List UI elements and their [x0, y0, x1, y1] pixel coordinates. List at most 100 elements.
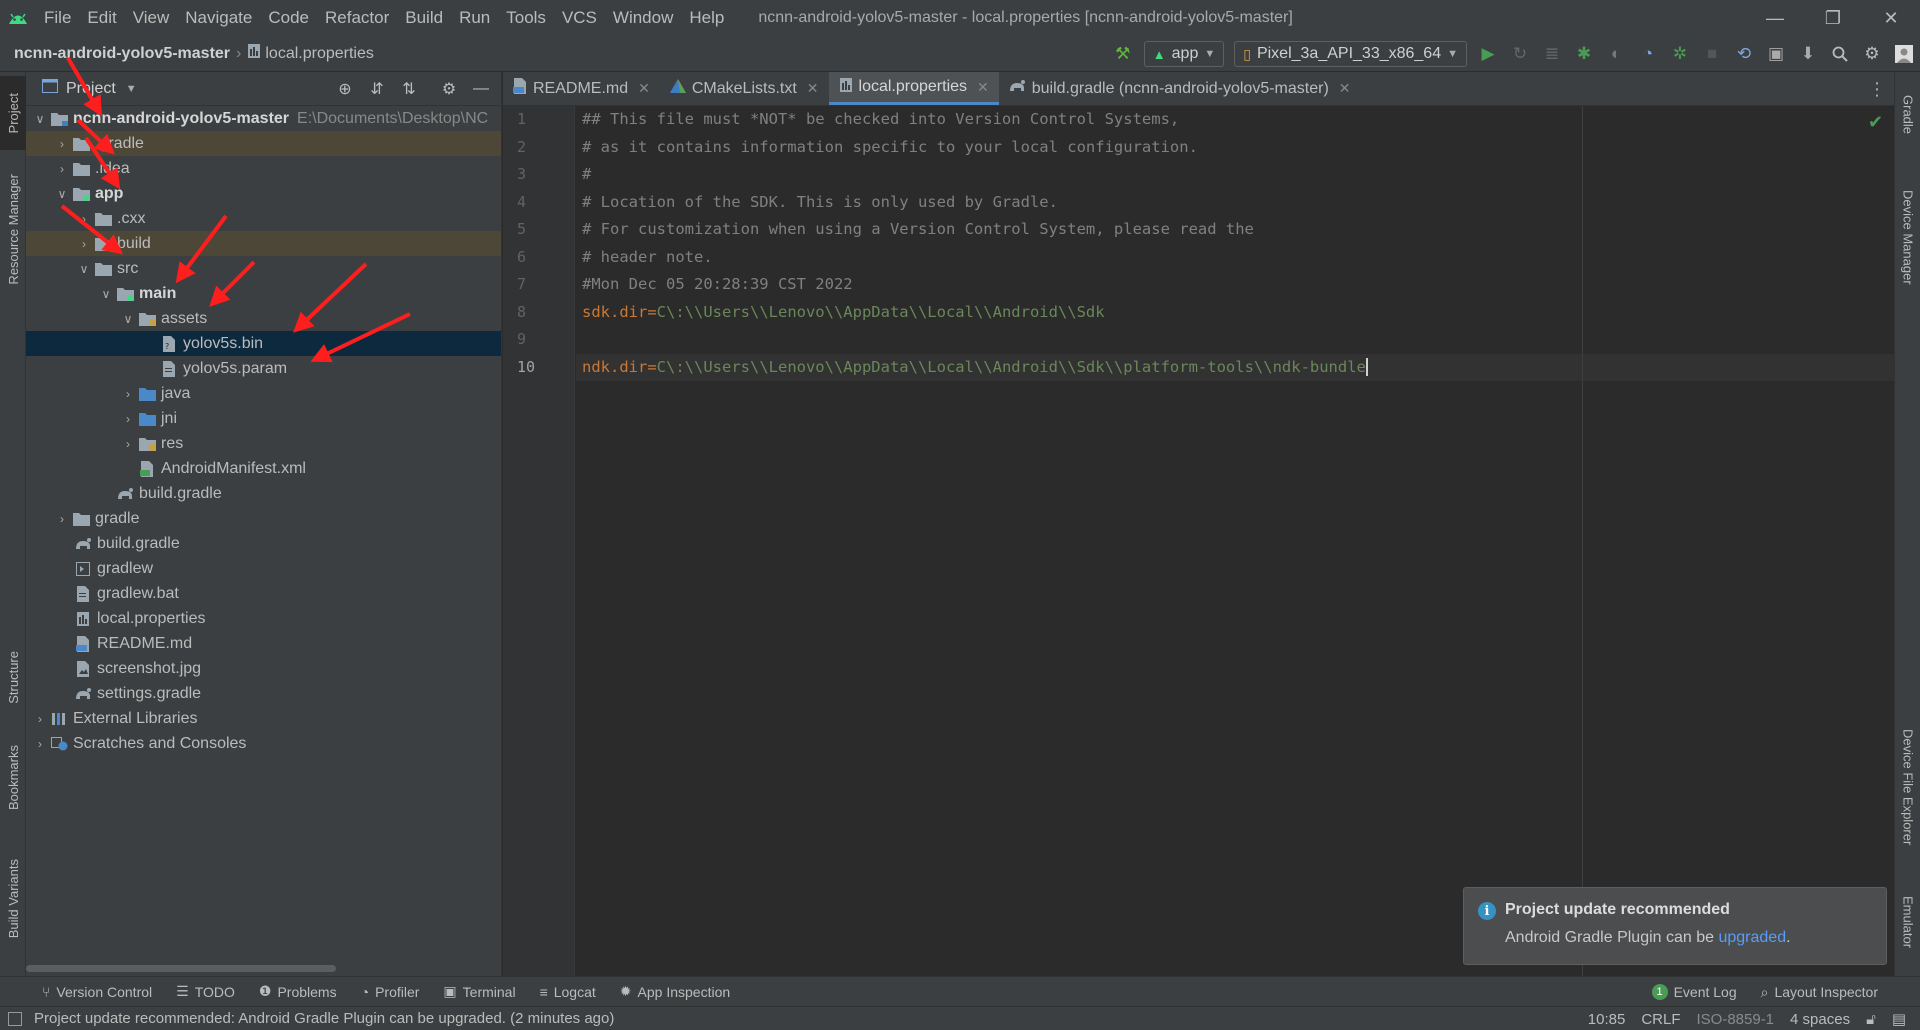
status-message[interactable]: Project update recommended: Android Grad…: [34, 1010, 614, 1027]
logcat-tool-button[interactable]: ≡ Logcat: [528, 984, 608, 1000]
chevron-right-icon[interactable]: ›: [30, 737, 50, 751]
chevron-down-icon[interactable]: ∨: [30, 112, 50, 126]
tree-item-yolov5s-param[interactable]: yolov5s.param: [26, 356, 501, 381]
settings-gear-icon[interactable]: ⚙: [1856, 38, 1888, 70]
tree-item-gradlew[interactable]: gradlew: [26, 556, 501, 581]
chevron-right-icon[interactable]: ›: [74, 237, 94, 251]
chevron-right-icon[interactable]: ›: [30, 712, 50, 726]
event-log-tool-button[interactable]: 1 Event Log: [1640, 984, 1749, 1000]
stop-icon[interactable]: ■: [1696, 38, 1728, 70]
gradle-tool-tab[interactable]: Gradle: [1895, 80, 1920, 150]
code-editor[interactable]: ## This file must *NOT* be checked into …: [576, 106, 1894, 976]
menu-view[interactable]: View: [125, 0, 178, 36]
todo-tool-button[interactable]: ☰ TODO: [164, 983, 247, 1000]
device-file-explorer-tool-tab[interactable]: Device File Explorer: [1895, 712, 1920, 862]
coverage-icon[interactable]: ◐: [1600, 38, 1632, 70]
apply-changes-icon[interactable]: ↻: [1504, 38, 1536, 70]
tree-item-settings-gradle[interactable]: settings.gradle: [26, 681, 501, 706]
profile-icon[interactable]: ◔: [1632, 38, 1664, 70]
indent-setting[interactable]: 4 spaces: [1790, 1011, 1850, 1028]
tree-item-main-dir[interactable]: ∨ main: [26, 281, 501, 306]
lock-icon[interactable]: 🔓︎: [1866, 1011, 1876, 1028]
restore-button[interactable]: ❐: [1804, 0, 1862, 36]
profiler-tool-button[interactable]: ◔ Profiler: [349, 984, 432, 1000]
upgrade-link[interactable]: upgraded: [1718, 929, 1786, 946]
problems-tool-button[interactable]: ❶ Problems: [247, 983, 349, 1000]
menu-build[interactable]: Build: [397, 0, 451, 36]
tab-build-gradle[interactable]: build.gradle (ncnn-android-yolov5-master…: [999, 72, 1361, 105]
chevron-right-icon[interactable]: ›: [52, 137, 72, 151]
tree-item-scratches-consoles[interactable]: › Scratches and Consoles: [26, 731, 501, 756]
chevron-right-icon[interactable]: ›: [52, 512, 72, 526]
select-opened-file-icon[interactable]: ⊕: [331, 75, 359, 103]
resource-manager-tool-tab[interactable]: Resource Manager: [0, 164, 26, 294]
tree-item-readme[interactable]: README.md: [26, 631, 501, 656]
menu-window[interactable]: Window: [605, 0, 681, 36]
debug-icon[interactable]: ✱: [1568, 38, 1600, 70]
apply-code-changes-icon[interactable]: ≣: [1536, 38, 1568, 70]
chevron-right-icon[interactable]: ›: [118, 387, 138, 401]
menu-file[interactable]: File: [36, 0, 79, 36]
tree-item-gradlew-bat[interactable]: gradlew.bat: [26, 581, 501, 606]
tab-local-properties[interactable]: local.properties ✕: [828, 72, 999, 105]
menu-vcs[interactable]: VCS: [554, 0, 605, 36]
make-project-hammer-icon[interactable]: ⚒: [1107, 38, 1139, 70]
menu-navigate[interactable]: Navigate: [177, 0, 260, 36]
tree-item-screenshot-jpg[interactable]: screenshot.jpg: [26, 656, 501, 681]
emulator-tool-tab[interactable]: Emulator: [1895, 882, 1920, 962]
tree-item-build-dir[interactable]: › build: [26, 231, 501, 256]
breadcrumb-file[interactable]: local.properties: [265, 45, 374, 63]
hide-panel-icon[interactable]: —: [467, 75, 495, 103]
line-separator[interactable]: CRLF: [1641, 1011, 1680, 1028]
terminal-tool-button[interactable]: ▣ Terminal: [431, 983, 527, 1000]
chevron-down-icon[interactable]: ∨: [96, 287, 116, 301]
search-icon[interactable]: [1824, 38, 1856, 70]
chevron-down-icon[interactable]: ∨: [74, 262, 94, 276]
tree-item-external-libraries[interactable]: › External Libraries: [26, 706, 501, 731]
close-tab-icon[interactable]: ✕: [977, 79, 989, 96]
run-icon[interactable]: ▶: [1472, 38, 1504, 70]
chevron-right-icon[interactable]: ›: [118, 437, 138, 451]
chevron-down-icon[interactable]: ∨: [118, 312, 138, 326]
attach-debugger-icon[interactable]: ✲: [1664, 38, 1696, 70]
close-tab-icon[interactable]: ✕: [638, 80, 650, 97]
structure-tool-tab[interactable]: Structure: [0, 632, 26, 722]
tree-item-jni-dir[interactable]: › jni: [26, 406, 501, 431]
caret-position[interactable]: 10:85: [1588, 1011, 1626, 1028]
expand-all-icon[interactable]: ⇵: [363, 75, 391, 103]
tree-item-gradle-dir[interactable]: › .gradle: [26, 131, 501, 156]
close-tab-icon[interactable]: ✕: [807, 80, 819, 97]
file-encoding[interactable]: ISO-8859-1: [1696, 1011, 1774, 1028]
tree-item-yolov5s-bin[interactable]: ? yolov5s.bin: [26, 331, 501, 356]
horizontal-scrollbar[interactable]: [26, 965, 336, 972]
chevron-right-icon[interactable]: ›: [118, 412, 138, 426]
tree-item-local-properties[interactable]: local.properties: [26, 606, 501, 631]
close-tab-icon[interactable]: ✕: [1339, 80, 1351, 97]
project-tool-tab[interactable]: Project: [0, 76, 26, 150]
tree-item-res-dir[interactable]: › res: [26, 431, 501, 456]
menu-run[interactable]: Run: [451, 0, 498, 36]
run-configuration-select[interactable]: ▲ app ▼: [1143, 41, 1225, 67]
tree-item-project-root[interactable]: ∨ ncnn-android-yolov5-master E:\Document…: [26, 106, 501, 131]
bookmarks-tool-tab[interactable]: Bookmarks: [0, 732, 26, 824]
project-view-select[interactable]: Project: [66, 80, 116, 98]
no-problems-check-icon[interactable]: ✔: [1868, 112, 1883, 133]
tree-item-gradle-wrapper-dir[interactable]: › gradle: [26, 506, 501, 531]
version-control-tool-button[interactable]: ⑂ Version Control: [30, 984, 164, 1000]
tab-cmakelists[interactable]: CMakeLists.txt ✕: [660, 72, 829, 105]
sdk-manager-icon[interactable]: ⬇: [1792, 38, 1824, 70]
breadcrumb-project[interactable]: ncnn-android-yolov5-master: [14, 45, 230, 63]
update-notification[interactable]: i Project update recommended Android Gra…: [1463, 887, 1887, 965]
tabs-more-icon[interactable]: ⋮: [1868, 72, 1886, 106]
close-window-button[interactable]: ✕: [1862, 0, 1920, 36]
tree-item-java-dir[interactable]: › java: [26, 381, 501, 406]
tab-readme[interactable]: README.md ✕: [503, 72, 660, 105]
chevron-down-icon[interactable]: ▼: [126, 83, 137, 95]
tree-item-root-build-gradle[interactable]: build.gradle: [26, 531, 501, 556]
chevron-right-icon[interactable]: ›: [74, 212, 94, 226]
tree-item-cxx-dir[interactable]: › .cxx: [26, 206, 501, 231]
minimize-button[interactable]: —: [1746, 0, 1804, 36]
tree-item-idea-dir[interactable]: › .idea: [26, 156, 501, 181]
device-manager-icon[interactable]: ▣: [1760, 38, 1792, 70]
device-select[interactable]: ▯ Pixel_3a_API_33_x86_64 ▼: [1234, 41, 1467, 67]
